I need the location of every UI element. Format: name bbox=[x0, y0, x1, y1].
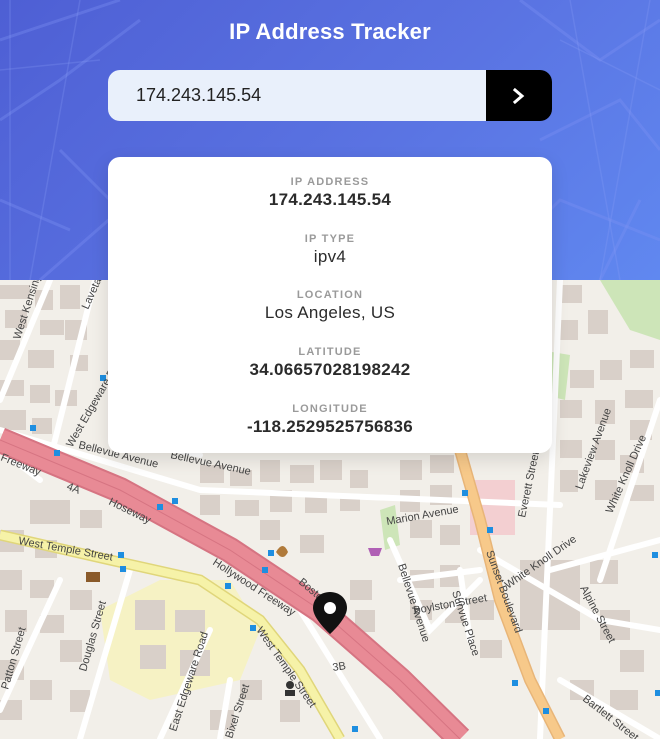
chevron-right-icon bbox=[512, 87, 525, 104]
ip-info-card: IP ADDRESS 174.243.145.54 IP TYPE ipv4 L… bbox=[108, 157, 552, 453]
ip-address-field: IP ADDRESS 174.243.145.54 bbox=[108, 176, 552, 210]
ip-type-field: IP TYPE ipv4 bbox=[108, 233, 552, 267]
ip-search-input[interactable] bbox=[108, 70, 486, 121]
ip-type-label: IP TYPE bbox=[304, 233, 356, 245]
longitude-field: LONGITUDE -118.2529525756836 bbox=[108, 403, 552, 437]
location-pin-icon[interactable] bbox=[311, 591, 349, 635]
latitude-label: LATITUDE bbox=[298, 346, 362, 358]
exit-3b: 3B bbox=[332, 660, 347, 674]
ip-search-form bbox=[108, 70, 552, 121]
search-submit-button[interactable] bbox=[486, 70, 552, 121]
location-value: Los Angeles, US bbox=[264, 303, 396, 322]
location-field: LOCATION Los Angeles, US bbox=[108, 289, 552, 323]
latitude-value: 34.06657028198242 bbox=[249, 360, 411, 379]
ip-address-label: IP ADDRESS bbox=[290, 176, 370, 188]
ip-address-value: 174.243.145.54 bbox=[268, 190, 392, 209]
longitude-value: -118.2529525756836 bbox=[246, 417, 414, 436]
ip-type-value: ipv4 bbox=[313, 247, 347, 266]
page-title: IP Address Tracker bbox=[229, 19, 431, 44]
latitude-field: LATITUDE 34.06657028198242 bbox=[108, 346, 552, 380]
location-label: LOCATION bbox=[296, 289, 364, 301]
longitude-label: LONGITUDE bbox=[292, 403, 368, 415]
